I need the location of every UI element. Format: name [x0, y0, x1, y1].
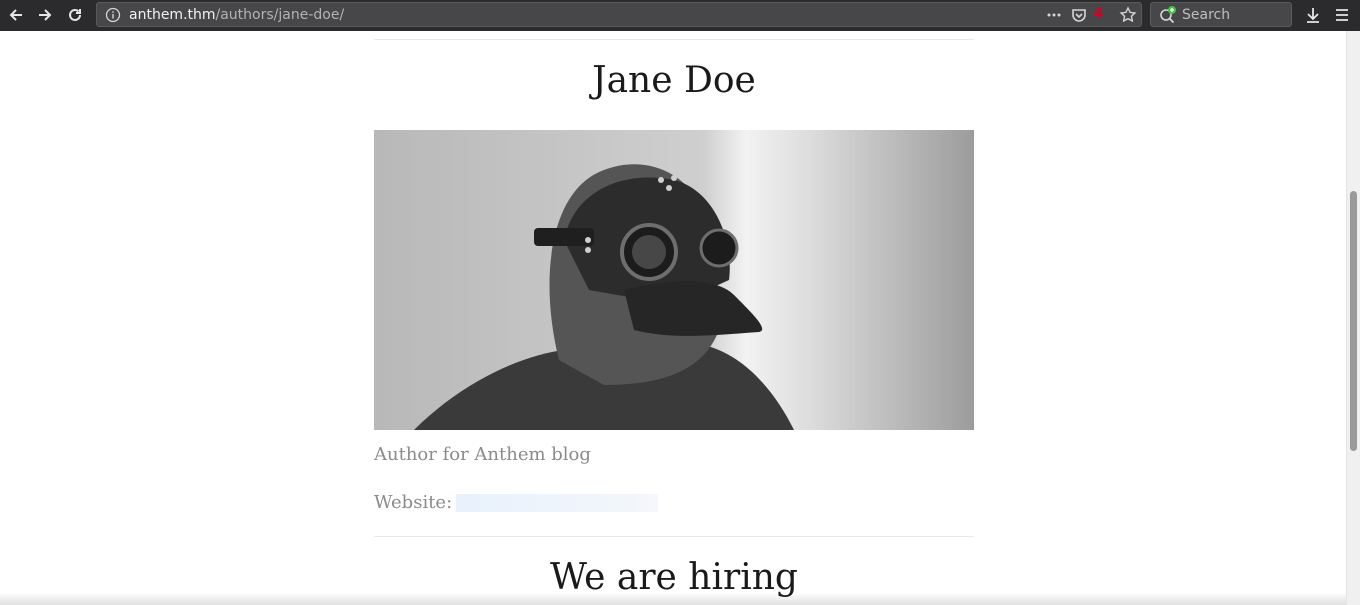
- download-icon[interactable]: [1302, 4, 1324, 26]
- author-website: Website:: [374, 491, 659, 515]
- author-photo: [374, 130, 974, 430]
- address-bar[interactable]: anthem.thm/authors/jane-doe/: [96, 2, 1142, 27]
- website-label: Website:: [374, 492, 453, 513]
- browser-toolbar: anthem.thm/authors/jane-doe/ 4 Search: [0, 0, 1360, 32]
- url-host: anthem.thm: [129, 7, 216, 23]
- search-icon: [1158, 5, 1178, 25]
- search-bar[interactable]: Search: [1150, 2, 1292, 27]
- more-icon[interactable]: [1043, 4, 1065, 26]
- divider-bottom: [374, 536, 974, 537]
- menu-icon[interactable]: [1331, 4, 1353, 26]
- scrollbar-thumb[interactable]: [1350, 191, 1357, 451]
- back-icon[interactable]: [5, 4, 27, 26]
- forward-icon[interactable]: [34, 4, 56, 26]
- page-viewport: Jane Doe Author for Anthem blog Website:…: [0, 31, 1346, 605]
- viewport-bottom-shadow: [0, 592, 1346, 605]
- pocket-icon[interactable]: [1068, 4, 1090, 26]
- author-bio: Author for Anthem blog: [374, 444, 591, 465]
- info-icon[interactable]: [105, 7, 121, 23]
- divider-top: [374, 39, 974, 40]
- page-scrollbar[interactable]: [1346, 31, 1360, 605]
- addon-badge-count[interactable]: 4: [1094, 5, 1104, 23]
- author-name: Jane Doe: [592, 60, 756, 101]
- search-input[interactable]: Search: [1182, 7, 1230, 23]
- url-text[interactable]: anthem.thm/authors/jane-doe/: [129, 7, 344, 23]
- reload-icon[interactable]: [64, 4, 86, 26]
- url-path: /authors/jane-doe/: [215, 7, 345, 23]
- star-icon[interactable]: [1117, 4, 1139, 26]
- website-link[interactable]: [456, 494, 659, 512]
